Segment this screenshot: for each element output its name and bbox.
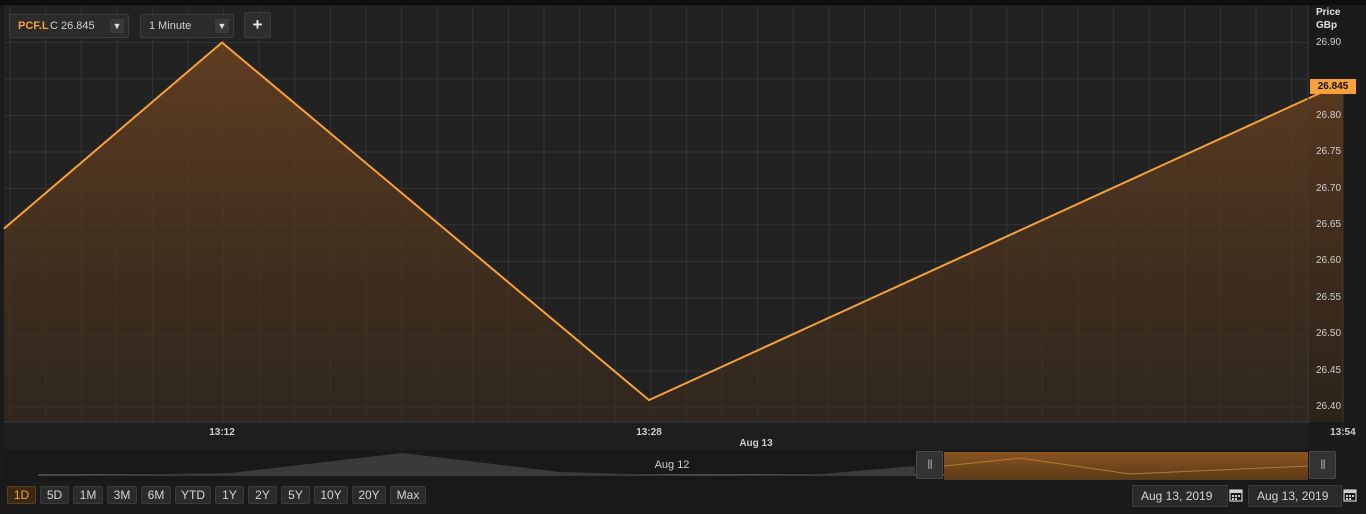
data-point	[220, 41, 224, 45]
y-tick-label: 26.80	[1316, 109, 1342, 121]
y-tick-label: 26.55	[1316, 291, 1342, 303]
x-tick-label: 13:54	[1330, 427, 1356, 438]
start-date-field[interactable]: Aug 13, 2019	[1132, 485, 1228, 507]
x-axis-date-label: Aug 13	[739, 438, 773, 449]
x-tick-label: 13:28	[636, 427, 662, 438]
navigator-date-label: Aug 12	[654, 459, 690, 471]
y-tick-label: 26.50	[1316, 328, 1342, 340]
symbol-quote: C 26.845	[50, 20, 95, 32]
data-point	[647, 398, 651, 402]
symbol-name: PCF.L	[18, 20, 49, 32]
last-price-badge: 26.845	[1310, 79, 1356, 94]
y-tick-label: 26.45	[1316, 364, 1342, 376]
x-tick-label: 13:12	[209, 427, 235, 438]
navigator-selection[interactable]	[944, 452, 1308, 480]
range-button-max[interactable]: Max	[390, 486, 426, 504]
range-button-5y[interactable]: 5Y	[281, 486, 310, 504]
range-button-1y[interactable]: 1Y	[215, 486, 244, 504]
range-button-6m[interactable]: 6M	[141, 486, 171, 504]
symbol-selector[interactable]: PCF.L C 26.845 ▼	[9, 14, 129, 38]
range-button-20y[interactable]: 20Y	[352, 486, 386, 504]
y-tick-label: 26.65	[1316, 218, 1342, 230]
y-tick-label: 26.75	[1316, 146, 1342, 157]
range-button-1m[interactable]: 1M	[73, 486, 103, 504]
calendar-icon[interactable]	[1229, 488, 1243, 502]
y-axis-unit: GBp	[1316, 20, 1338, 31]
price-chart[interactable]	[0, 0, 1366, 514]
chart-window: PCF.L C 26.845 ▼ 1 Minute ▼ + Price GBp …	[0, 0, 1366, 514]
interval-label: 1 Minute	[149, 20, 192, 32]
range-button-10y[interactable]: 10Y	[314, 486, 348, 504]
caret-down-icon[interactable]: ▼	[110, 19, 124, 33]
navigator-left-handle[interactable]: |||	[916, 451, 943, 479]
navigator-right-handle[interactable]: |||	[1309, 451, 1336, 479]
y-tick-label: 26.70	[1316, 182, 1342, 194]
add-series-button[interactable]: +	[244, 12, 271, 38]
y-axis-title: Price	[1316, 7, 1341, 18]
range-button-3m[interactable]: 3M	[107, 486, 137, 504]
y-tick-label: 26.60	[1316, 255, 1342, 267]
interval-selector[interactable]: 1 Minute ▼	[140, 14, 234, 38]
range-button-2y[interactable]: 2Y	[248, 486, 277, 504]
y-tick-label: 26.40	[1316, 401, 1342, 413]
range-button-ytd[interactable]: YTD	[175, 486, 211, 504]
range-button-5d[interactable]: 5D	[40, 486, 69, 504]
calendar-icon[interactable]	[1343, 488, 1357, 502]
caret-down-icon[interactable]: ▼	[215, 19, 229, 33]
end-date-field[interactable]: Aug 13, 2019	[1248, 485, 1342, 507]
range-button-1d[interactable]: 1D	[7, 486, 36, 504]
y-tick-label: 26.90	[1316, 36, 1342, 48]
data-point	[2, 227, 6, 231]
